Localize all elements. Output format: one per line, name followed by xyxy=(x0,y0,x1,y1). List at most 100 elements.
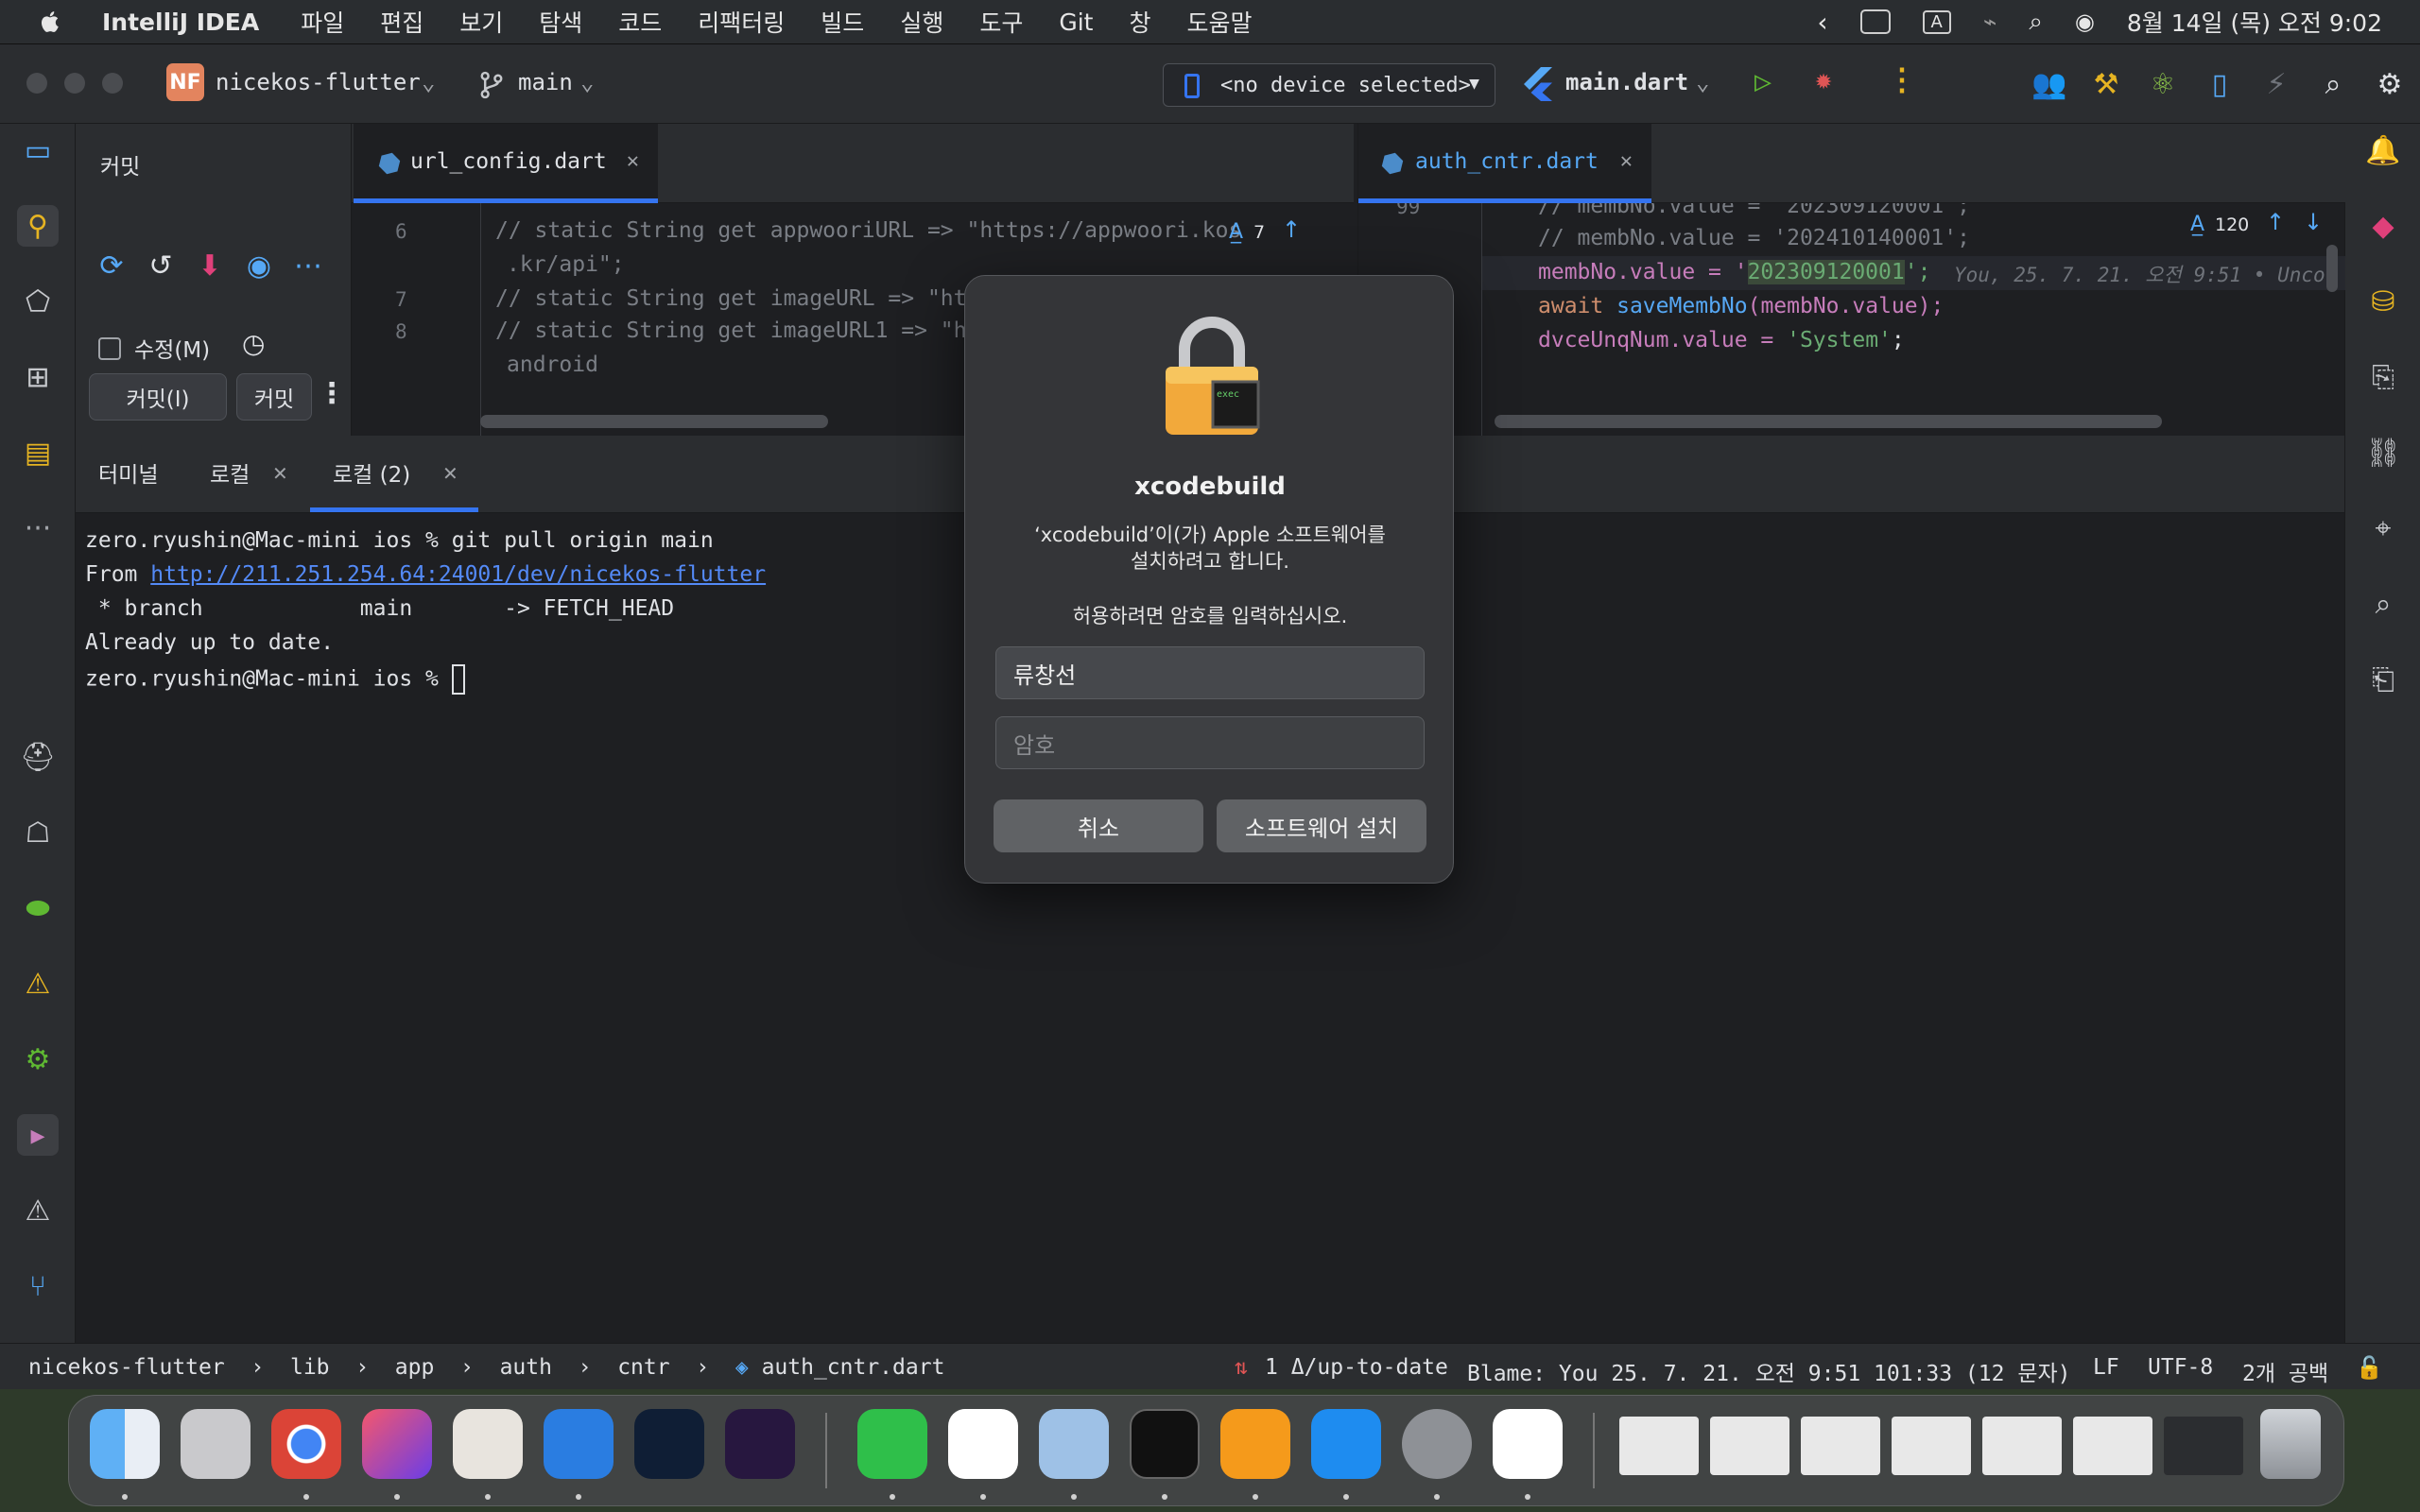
find-icon[interactable]: ⌕ xyxy=(2362,583,2404,625)
keyboard-icon[interactable] xyxy=(1859,9,1891,34)
zoom-window-button[interactable] xyxy=(102,73,123,94)
menu-view[interactable]: 보기 xyxy=(459,5,503,39)
trash-icon[interactable] xyxy=(2260,1409,2321,1479)
spotlight-search-icon[interactable]: ⌕ xyxy=(2029,8,2043,37)
more-options-icon[interactable]: ⋯ xyxy=(291,249,325,283)
resource-manager-icon[interactable]: ⊞ xyxy=(17,356,59,398)
numbers-icon[interactable] xyxy=(857,1409,927,1479)
menu-edit[interactable]: 편집 xyxy=(380,5,424,39)
breadcrumb-item[interactable]: auth xyxy=(500,1355,552,1380)
minimized-window-thumbnail[interactable] xyxy=(1982,1417,2062,1475)
control-center-icon[interactable]: ◉ xyxy=(2075,9,2095,35)
code-with-me-icon[interactable]: 👥 xyxy=(2031,67,2066,101)
menu-git[interactable]: Git xyxy=(1059,9,1093,36)
breadcrumb-item[interactable]: nicekos-flutter xyxy=(28,1355,225,1380)
menu-help[interactable]: 도움말 xyxy=(1186,5,1252,39)
code-area[interactable]: 99 // membNo.value = '202309120001'; // … xyxy=(1358,203,2345,436)
menu-code[interactable]: 코드 xyxy=(618,5,662,39)
commit-push-button[interactable]: 커밋 xyxy=(236,373,312,421)
incognito-icon[interactable]: ⛑ xyxy=(17,736,59,778)
lock-icon[interactable]: 🔓 xyxy=(2356,1355,2383,1381)
naver-works-icon[interactable] xyxy=(948,1409,1018,1479)
amend-checkbox[interactable] xyxy=(98,337,121,360)
password-field[interactable]: 암호 xyxy=(995,716,1425,769)
minimize-window-button[interactable] xyxy=(64,73,85,94)
horizontal-scrollbar[interactable] xyxy=(1495,415,2162,428)
close-tab-icon[interactable]: ✕ xyxy=(1620,149,1633,173)
file-encoding[interactable]: UTF-8 xyxy=(2148,1355,2213,1380)
build-tools-icon[interactable]: ⚒ xyxy=(2089,67,2123,101)
indent-setting[interactable]: 2개 공백 xyxy=(2242,1355,2328,1387)
previous-highlight-icon[interactable]: ↑ xyxy=(2266,209,2285,235)
caret-position[interactable]: 101:33 (12 문자) xyxy=(1874,1355,2071,1387)
terminal-tool-icon[interactable]: ▸ xyxy=(17,1114,59,1156)
commit-more-icon[interactable]: ⋮ xyxy=(318,377,346,410)
inspection-icon[interactable]: A̲ xyxy=(2190,213,2204,236)
breadcrumb-item[interactable]: auth_cntr.dart xyxy=(762,1355,945,1380)
cat-icon[interactable]: ☖ xyxy=(17,812,59,853)
breadcrumb-item[interactable]: app xyxy=(395,1355,435,1380)
previous-highlight-icon[interactable]: ↑ xyxy=(1282,216,1301,243)
inspection-icon[interactable]: A̲ xyxy=(1229,220,1243,244)
commit-tool-icon[interactable]: ⚲ xyxy=(17,205,59,247)
menu-clock[interactable]: 8월 14일 (목) 오전 9:02 xyxy=(2127,5,2382,39)
project-selector[interactable]: nicekos-flutter xyxy=(216,69,421,95)
minimized-window-thumbnail[interactable] xyxy=(1892,1417,1971,1475)
close-tab-icon[interactable]: ✕ xyxy=(442,462,458,485)
minimized-window-thumbnail[interactable] xyxy=(1619,1417,1699,1475)
ai-assistant-icon[interactable]: ⚛ xyxy=(2146,67,2180,101)
tab-url-config[interactable]: url_config.dart ✕ xyxy=(354,124,658,203)
file-manager-icon[interactable] xyxy=(544,1409,614,1479)
more-actions-icon[interactable]: ⋮ xyxy=(1887,61,1917,97)
close-window-button[interactable] xyxy=(26,73,47,94)
structure-icon[interactable]: ⬠ xyxy=(17,281,59,322)
menu-navigate[interactable]: 탐색 xyxy=(539,5,582,39)
git-tool-icon[interactable]: ⑂ xyxy=(17,1265,59,1307)
tab-local-2[interactable]: 로컬 (2) xyxy=(333,456,410,489)
clipboard-icon[interactable]: ⎗ xyxy=(2362,659,2404,700)
shelve-icon[interactable]: ⬇ xyxy=(193,249,227,283)
device-file-explorer-icon[interactable]: ⎘ xyxy=(2362,356,2404,398)
cancel-button[interactable]: 취소 xyxy=(994,799,1203,852)
pages-icon[interactable] xyxy=(1220,1409,1290,1479)
database-icon[interactable]: ⛁ xyxy=(2362,281,2404,322)
android-icon[interactable]: ⬬ xyxy=(17,887,59,929)
run-config-selector[interactable]: main.dart xyxy=(1565,69,1688,95)
run-icon[interactable]: ▷ xyxy=(1754,65,1772,98)
notifications-bell-icon[interactable]: ⚠ xyxy=(17,1190,59,1231)
debug-icon[interactable]: ✹ xyxy=(1815,63,1832,96)
launchpad-icon[interactable] xyxy=(181,1409,251,1479)
rollback-icon[interactable]: ↺ xyxy=(144,249,178,283)
menu-build[interactable]: 빌드 xyxy=(821,5,864,39)
blame-status[interactable]: Blame: You 25. 7. 21. 오전 9:51 xyxy=(1467,1355,1860,1387)
layout-inspector-icon[interactable]: ⌖ xyxy=(2362,507,2404,549)
username-field[interactable]: 류창선 xyxy=(995,646,1425,699)
apple-menu-icon[interactable] xyxy=(38,8,64,36)
app-name-menu[interactable]: IntelliJ IDEA xyxy=(102,9,259,36)
chevron-down-icon[interactable]: ⌄ xyxy=(580,69,594,95)
breadcrumb-item[interactable]: cntr xyxy=(617,1355,669,1380)
link-icon[interactable]: ⛓ xyxy=(2362,432,2404,473)
hot-reload-icon[interactable]: ⚡ xyxy=(2259,67,2293,101)
intellij-icon[interactable] xyxy=(362,1409,432,1479)
menu-file[interactable]: 파일 xyxy=(301,5,344,39)
minimized-window-thumbnail[interactable] xyxy=(1801,1417,1880,1475)
settings-gear-icon[interactable]: ⚙ xyxy=(17,1039,59,1080)
terminal-remote-link[interactable]: http://211.251.254.64:24001/dev/nicekos-… xyxy=(150,562,766,587)
branch-selector[interactable]: main xyxy=(518,69,573,95)
minimized-window-thumbnail[interactable] xyxy=(2073,1417,2152,1475)
chrome-icon[interactable] xyxy=(271,1409,341,1479)
naver-whale-icon[interactable] xyxy=(1493,1409,1563,1479)
chevron-down-icon[interactable]: ⌄ xyxy=(422,69,435,95)
next-highlight-icon[interactable]: ↓ xyxy=(2304,209,2323,235)
install-software-button[interactable]: 소프트웨어 설치 xyxy=(1217,799,1426,852)
wifi-off-icon[interactable]: ⌁ xyxy=(1983,9,1996,35)
menu-run[interactable]: 실행 xyxy=(900,5,943,39)
minimized-window-thumbnail[interactable] xyxy=(1710,1417,1789,1475)
history-clock-icon[interactable]: ◷ xyxy=(242,328,265,359)
notifications-icon[interactable]: 🔔 xyxy=(2362,129,2404,171)
tab-auth-cntr[interactable]: auth_cntr.dart ✕ xyxy=(1358,124,1651,203)
device-manager-icon[interactable]: ▯ xyxy=(2203,67,2237,101)
more-tools-icon[interactable]: ··· xyxy=(17,507,59,549)
minimized-window-thumbnail[interactable] xyxy=(2164,1417,2243,1475)
